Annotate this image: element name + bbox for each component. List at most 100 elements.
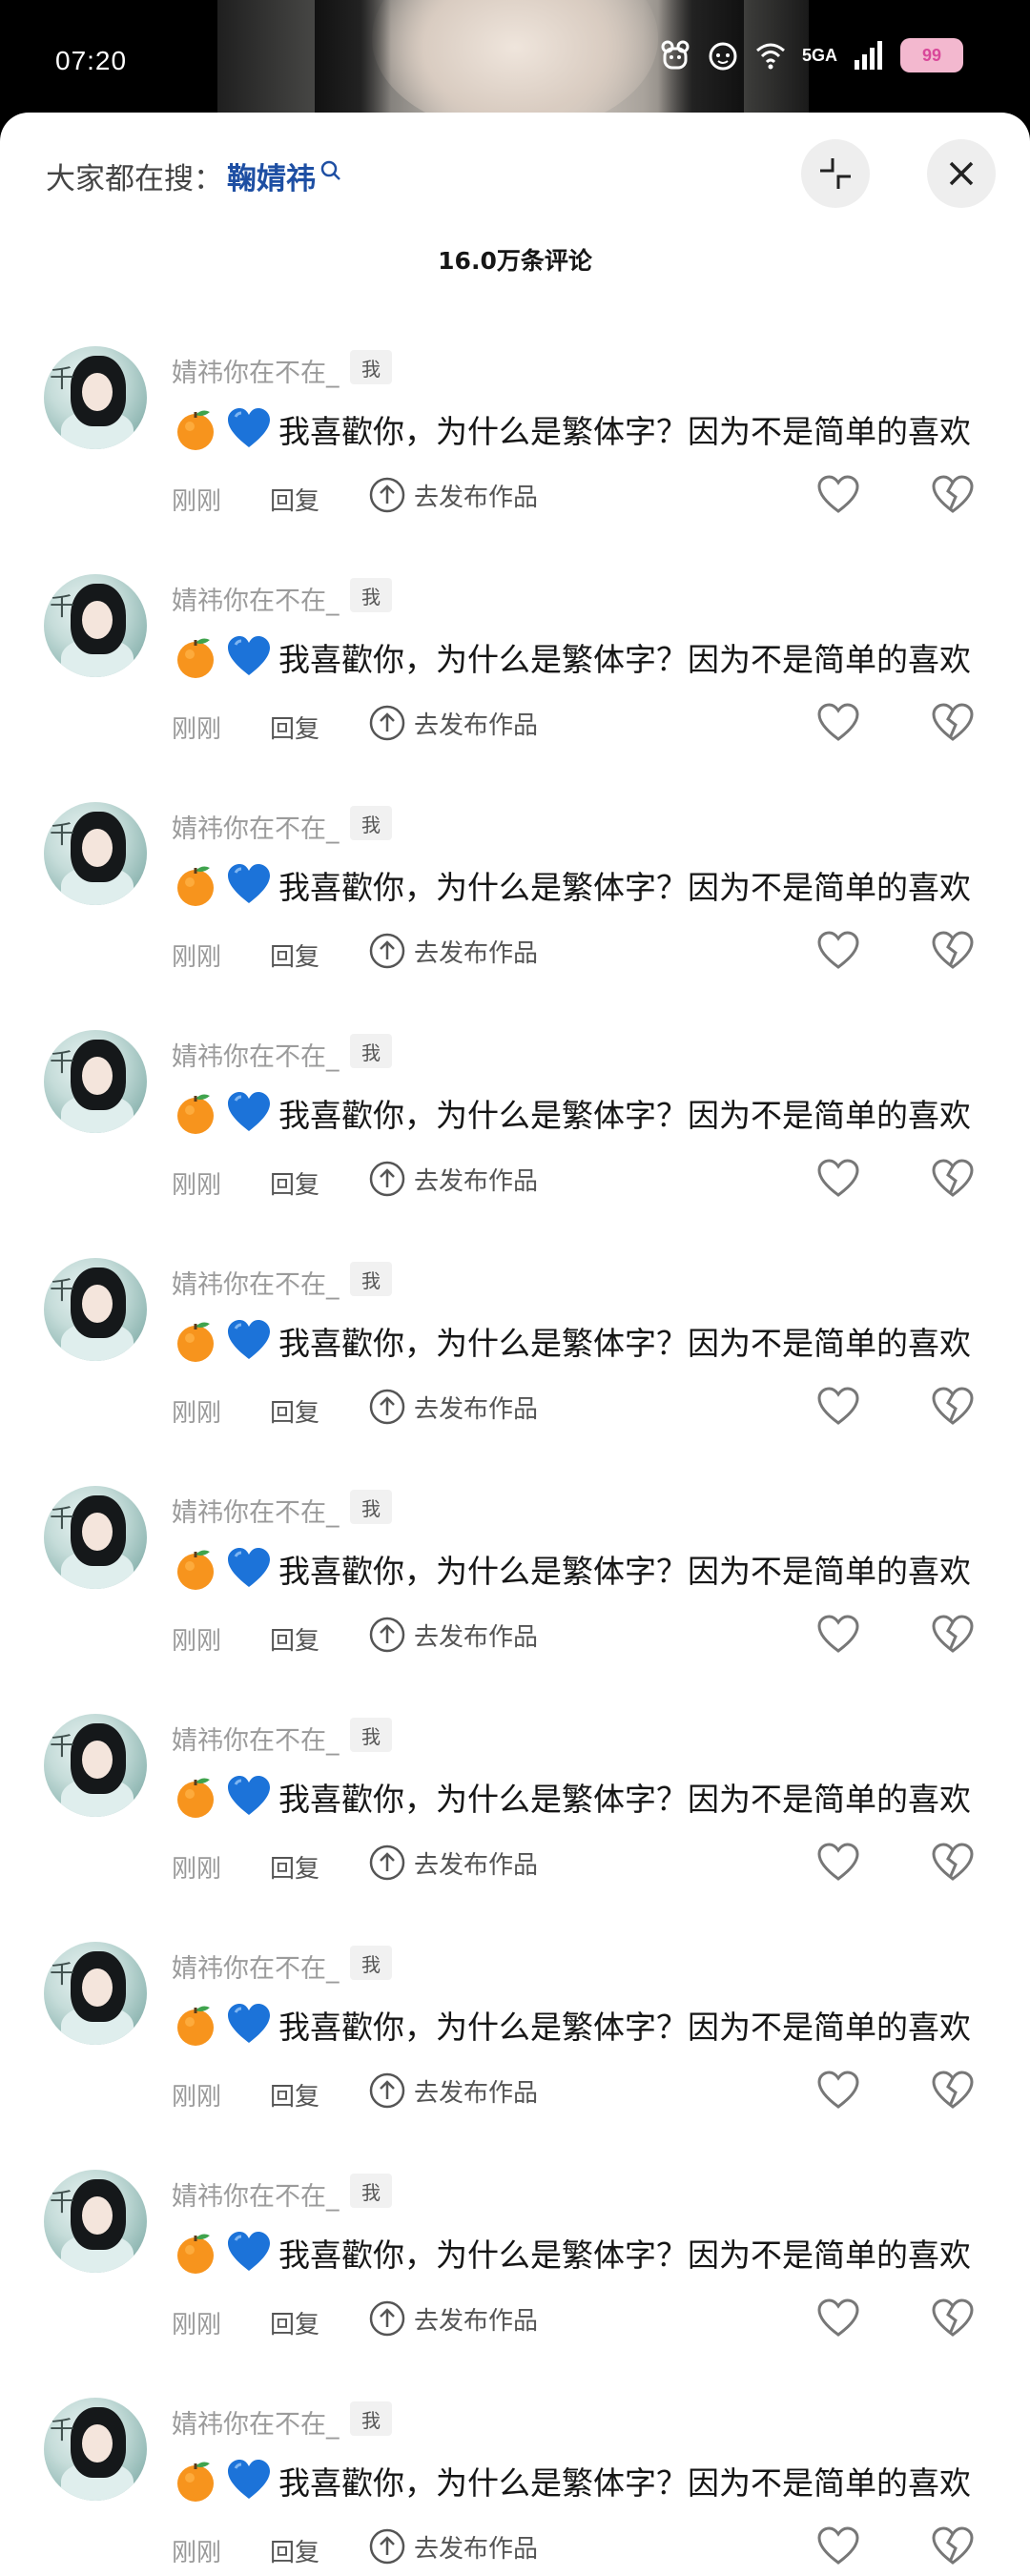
broken-heart-icon[interactable] xyxy=(930,2296,976,2341)
comment-body[interactable]: 我喜歡你，为什么是繁体字？因为不是简单的喜欢 xyxy=(172,633,971,681)
avatar[interactable]: 千 xyxy=(44,2398,147,2501)
comment-item: 千 婧祎你在不在_ 我 我喜歡你，为什么是繁体字？因为不是简单的喜欢 刚刚 回复 xyxy=(0,1714,1030,1942)
comment-body[interactable]: 我喜歡你，为什么是繁体字？因为不是简单的喜欢 xyxy=(172,1089,971,1137)
reply-button[interactable]: 回复 xyxy=(270,2533,319,2568)
blue-heart-emoji xyxy=(228,1776,270,1815)
reply-button[interactable]: 回复 xyxy=(270,482,319,517)
publish-button[interactable]: 去发布作品 xyxy=(368,704,538,742)
comment-username[interactable]: 婧祎你在不在_ xyxy=(172,808,340,845)
publish-button[interactable]: 去发布作品 xyxy=(368,1844,538,1882)
avatar[interactable]: 千 xyxy=(44,802,147,905)
comment-username[interactable]: 婧祎你在不在_ xyxy=(172,580,340,617)
heart-outline-icon[interactable] xyxy=(815,928,861,974)
comment-username[interactable]: 婧祎你在不在_ xyxy=(172,1264,340,1301)
heart-outline-icon[interactable] xyxy=(815,1156,861,1202)
broken-heart-icon[interactable] xyxy=(930,1384,976,1430)
status-time: 07:20 xyxy=(55,46,128,75)
avatar[interactable]: 千 xyxy=(44,1030,147,1133)
avatar[interactable]: 千 xyxy=(44,1258,147,1361)
publish-label: 去发布作品 xyxy=(414,938,539,968)
publish-button[interactable]: 去发布作品 xyxy=(368,932,538,970)
avatar[interactable]: 千 xyxy=(44,1942,147,2045)
broken-heart-icon[interactable] xyxy=(930,2524,976,2569)
comment-item: 千 婧祎你在不在_ 我 我喜歡你，为什么是繁体字？因为不是简单的喜欢 刚刚 回复 xyxy=(0,346,1030,574)
avatar[interactable]: 千 xyxy=(44,1714,147,1817)
face-app-icon xyxy=(709,42,737,71)
comment-text: 我喜歡你，为什么是繁体字？因为不是简单的喜欢 xyxy=(278,1325,971,1362)
upload-circle-icon xyxy=(369,1617,405,1653)
heart-outline-icon[interactable] xyxy=(815,1612,861,1658)
avatar[interactable]: 千 xyxy=(44,2170,147,2273)
close-button[interactable] xyxy=(927,139,996,208)
publish-button[interactable]: 去发布作品 xyxy=(368,2299,538,2338)
heart-outline-icon[interactable] xyxy=(815,2296,861,2341)
heart-outline-icon[interactable] xyxy=(815,1840,861,1886)
avatar[interactable]: 千 xyxy=(44,1486,147,1589)
upload-circle-icon xyxy=(369,705,405,741)
avatar[interactable]: 千 xyxy=(44,346,147,449)
reply-button[interactable]: 回复 xyxy=(270,2077,319,2112)
comment-text: 我喜歡你，为什么是繁体字？因为不是简单的喜欢 xyxy=(278,2236,971,2274)
heart-outline-icon[interactable] xyxy=(815,472,861,518)
comment-item: 千 婧祎你在不在_ 我 我喜歡你，为什么是繁体字？因为不是简单的喜欢 刚刚 回复 xyxy=(0,1030,1030,1258)
comment-username[interactable]: 婧祎你在不在_ xyxy=(172,352,340,389)
reply-button[interactable]: 回复 xyxy=(270,2305,319,2340)
broken-heart-icon[interactable] xyxy=(930,928,976,974)
avatar[interactable]: 千 xyxy=(44,574,147,677)
comment-username[interactable]: 婧祎你在不在_ xyxy=(172,2175,340,2213)
trending-search[interactable]: 大家都在搜： 鞠婧祎 xyxy=(46,155,342,197)
broken-heart-icon[interactable] xyxy=(930,472,976,518)
publish-label: 去发布作品 xyxy=(414,711,539,740)
heart-outline-icon[interactable] xyxy=(815,700,861,746)
reply-button[interactable]: 回复 xyxy=(270,1165,319,1201)
blue-heart-emoji xyxy=(228,408,270,447)
broken-heart-icon[interactable] xyxy=(930,2068,976,2113)
comment-body[interactable]: 我喜歡你，为什么是繁体字？因为不是简单的喜欢 xyxy=(172,1773,971,1821)
comment-body[interactable]: 我喜歡你，为什么是繁体字？因为不是简单的喜欢 xyxy=(172,1317,971,1365)
comment-body[interactable]: 我喜歡你，为什么是繁体字？因为不是简单的喜欢 xyxy=(172,1545,971,1593)
reply-button[interactable]: 回复 xyxy=(270,1393,319,1429)
comment-username[interactable]: 婧祎你在不在_ xyxy=(172,1492,340,1529)
publish-button[interactable]: 去发布作品 xyxy=(368,1616,538,1654)
reply-button[interactable]: 回复 xyxy=(270,938,319,973)
heart-outline-icon[interactable] xyxy=(815,2524,861,2569)
publish-button[interactable]: 去发布作品 xyxy=(368,476,538,514)
tangerine-emoji xyxy=(177,410,214,450)
publish-label: 去发布作品 xyxy=(414,1394,539,1424)
broken-heart-icon[interactable] xyxy=(930,700,976,746)
collapse-button[interactable] xyxy=(801,139,870,208)
comment-username[interactable]: 婧祎你在不在_ xyxy=(172,1947,340,1985)
comment-body[interactable]: 我喜歡你，为什么是繁体字？因为不是简单的喜欢 xyxy=(172,2457,971,2504)
comment-time: 刚刚 xyxy=(172,2083,222,2112)
reply-button[interactable]: 回复 xyxy=(270,1849,319,1885)
heart-outline-icon[interactable] xyxy=(815,2068,861,2113)
broken-heart-icon[interactable] xyxy=(930,1840,976,1886)
comment-body[interactable]: 我喜歡你，为什么是繁体字？因为不是简单的喜欢 xyxy=(172,2229,971,2277)
comment-body[interactable]: 我喜歡你，为什么是繁体字？因为不是简单的喜欢 xyxy=(172,2001,971,2049)
comment-actions: 刚刚 回复 去发布作品 xyxy=(172,1842,992,1889)
publish-button[interactable]: 去发布作品 xyxy=(368,2071,538,2110)
comment-body[interactable]: 我喜歡你，为什么是繁体字？因为不是简单的喜欢 xyxy=(172,405,971,453)
heart-outline-icon[interactable] xyxy=(815,1384,861,1430)
upload-circle-icon xyxy=(369,1844,405,1881)
comment-username[interactable]: 婧祎你在不在_ xyxy=(172,1720,340,1757)
publish-label: 去发布作品 xyxy=(414,2078,539,2108)
comment-body[interactable]: 我喜歡你，为什么是繁体字？因为不是简单的喜欢 xyxy=(172,861,971,909)
comment-actions: 刚刚 回复 去发布作品 xyxy=(172,1386,992,1433)
broken-heart-icon[interactable] xyxy=(930,1612,976,1658)
tangerine-emoji xyxy=(177,2234,214,2274)
publish-button[interactable]: 去发布作品 xyxy=(368,2527,538,2566)
publish-button[interactable]: 去发布作品 xyxy=(368,1160,538,1198)
status-icons: 5GA 99 xyxy=(659,38,963,72)
comment-item: 千 婧祎你在不在_ 我 我喜歡你，为什么是繁体字？因为不是简单的喜欢 刚刚 回复 xyxy=(0,2170,1030,2398)
broken-heart-icon[interactable] xyxy=(930,1156,976,1202)
comment-actions: 刚刚 回复 去发布作品 xyxy=(172,2298,992,2345)
comment-time: 刚刚 xyxy=(172,943,222,972)
comment-username[interactable]: 婧祎你在不在_ xyxy=(172,1036,340,1073)
reply-button[interactable]: 回复 xyxy=(270,710,319,745)
comment-sheet: 大家都在搜： 鞠婧祎 16.0万条评论 千 婧祎你在不在_ 我 我喜歡你，为什么… xyxy=(0,113,1030,2576)
reply-button[interactable]: 回复 xyxy=(270,1621,319,1657)
comment-username[interactable]: 婧祎你在不在_ xyxy=(172,2403,340,2441)
publish-button[interactable]: 去发布作品 xyxy=(368,1388,538,1426)
trending-search-term[interactable]: 鞠婧祎 xyxy=(227,155,316,197)
